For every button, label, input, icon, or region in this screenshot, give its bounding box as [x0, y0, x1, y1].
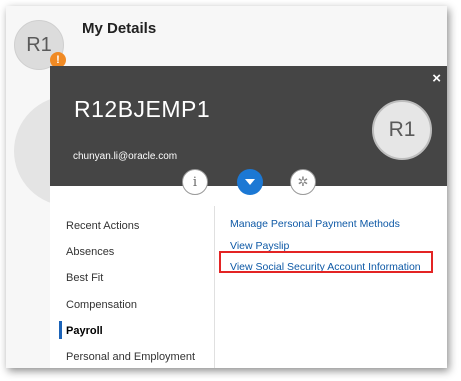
- nav-item-compensation[interactable]: Compensation: [66, 299, 137, 311]
- info-icon[interactable]: i: [182, 169, 208, 195]
- active-indicator: [59, 321, 62, 339]
- link-manage-payment-methods[interactable]: Manage Personal Payment Methods: [230, 218, 400, 230]
- close-icon[interactable]: ×: [432, 70, 441, 87]
- page-title: My Details: [82, 20, 157, 37]
- person-avatar-initials: R1: [388, 118, 416, 141]
- person-popup: × R12BJEMP1 chunyan.li@oracle.com R1 i ✲…: [50, 66, 447, 368]
- nav-item-personal-and-employment[interactable]: Personal and Employment: [66, 351, 195, 363]
- expand-icon[interactable]: [237, 169, 263, 195]
- highlight-box: [219, 251, 433, 273]
- side-nav: Recent Actions Absences Best Fit Compens…: [50, 206, 215, 368]
- popup-header: × R12BJEMP1 chunyan.li@oracle.com R1: [50, 66, 447, 186]
- user-avatar-initials: R1: [26, 33, 52, 56]
- nav-item-payroll[interactable]: Payroll: [66, 325, 103, 337]
- person-name: R12BJEMP1: [74, 96, 211, 122]
- nav-item-recent-actions[interactable]: Recent Actions: [66, 220, 139, 232]
- person-email: chunyan.li@oracle.com: [73, 151, 178, 162]
- app-frame: R1 ! My Details × R12BJEMP1 chunyan.li@o…: [6, 6, 447, 368]
- nav-item-best-fit[interactable]: Best Fit: [66, 272, 103, 284]
- tools-icon[interactable]: ✲: [290, 169, 316, 195]
- nav-item-absences[interactable]: Absences: [66, 246, 114, 258]
- person-avatar: R1: [372, 100, 432, 160]
